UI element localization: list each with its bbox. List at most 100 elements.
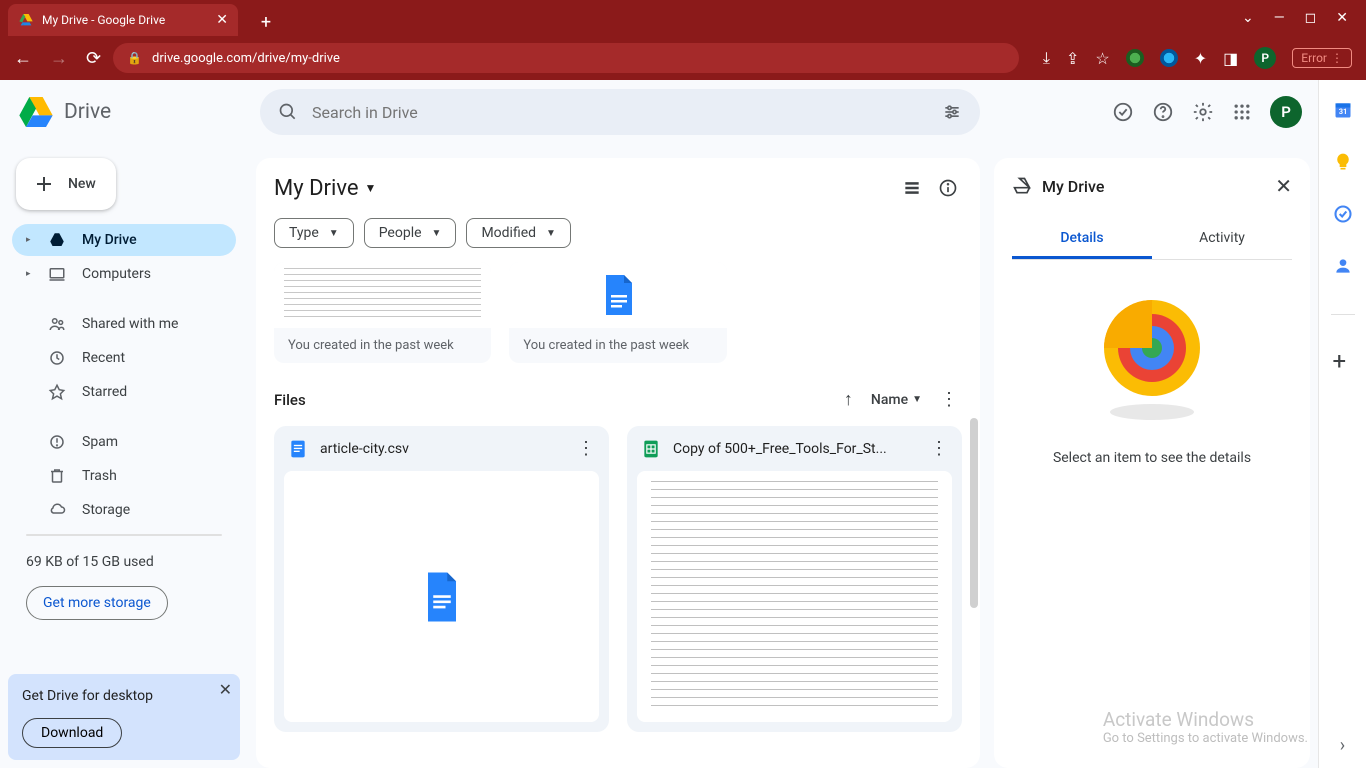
download-button[interactable]: Download — [22, 718, 122, 748]
browser-tab[interactable]: My Drive - Google Drive ✕ — [8, 4, 238, 36]
suggested-card[interactable]: You created in the past week — [274, 262, 491, 363]
back-icon[interactable]: ← — [14, 48, 32, 69]
new-tab-button[interactable]: + — [252, 8, 280, 36]
file-card[interactable]: article-city.csv ⋮ — [274, 426, 609, 732]
account-avatar[interactable]: P — [1270, 96, 1302, 128]
share-icon[interactable]: ⇪ — [1066, 49, 1079, 68]
docs-icon — [288, 439, 308, 459]
tasks-icon[interactable] — [1333, 204, 1353, 224]
file-name: Copy of 500+_Free_Tools_For_St... — [673, 441, 918, 457]
address-bar[interactable]: 🔒 drive.google.com/drive/my-drive — [113, 43, 1019, 73]
storage-icon — [48, 501, 68, 519]
drive-favicon — [18, 12, 34, 28]
search-input[interactable] — [312, 103, 928, 122]
calendar-icon[interactable]: 31 — [1333, 100, 1353, 120]
promo-title: Get Drive for desktop — [22, 688, 226, 704]
add-addon-icon[interactable]: + — [1333, 347, 1353, 367]
contacts-icon[interactable] — [1333, 256, 1353, 276]
tab-close-icon[interactable]: ✕ — [216, 12, 228, 28]
filter-modified[interactable]: Modified▼ — [466, 218, 571, 248]
close-window-icon[interactable]: ✕ — [1336, 10, 1348, 26]
close-details-icon[interactable]: ✕ — [1275, 174, 1292, 198]
file-card[interactable]: Copy of 500+_Free_Tools_For_St... ⋮ — [627, 426, 962, 732]
extension-icon[interactable] — [1160, 49, 1178, 67]
sidebar-item-starred[interactable]: ▸ Starred — [12, 376, 236, 408]
breadcrumb-label: My Drive — [274, 176, 359, 201]
bookmark-icon[interactable]: ☆ — [1095, 49, 1109, 68]
extension-icon[interactable] — [1126, 49, 1144, 67]
file-thumbnail — [284, 471, 599, 722]
docs-file-icon — [594, 271, 642, 319]
sidebar-item-label: Spam — [82, 434, 118, 450]
offline-ready-icon[interactable] — [1112, 101, 1134, 123]
empty-illustration — [1082, 292, 1222, 422]
suggested-meta: You created in the past week — [274, 328, 491, 363]
tab-details[interactable]: Details — [1012, 220, 1152, 259]
search-icon — [278, 102, 298, 122]
new-label: New — [68, 176, 96, 192]
close-promo-icon[interactable]: ✕ — [219, 680, 232, 699]
get-storage-button[interactable]: Get more storage — [26, 586, 168, 620]
sort-direction-icon[interactable]: ↑ — [840, 385, 857, 414]
sidebar-item-spam[interactable]: ▸ Spam — [12, 426, 236, 458]
sidebar-item-label: Recent — [82, 350, 125, 366]
search-bar[interactable] — [260, 89, 980, 135]
sheets-icon — [641, 439, 661, 459]
maximize-icon[interactable]: ◻ — [1305, 10, 1317, 26]
plus-icon — [32, 172, 56, 196]
chevron-down-icon: ▼ — [432, 228, 442, 239]
filter-people[interactable]: People▼ — [364, 218, 457, 248]
computers-icon — [48, 265, 68, 283]
profile-avatar[interactable]: P — [1254, 47, 1276, 69]
sort-by-name[interactable]: Name▼ — [871, 392, 922, 408]
extensions-icon[interactable]: ✦ — [1194, 49, 1207, 68]
list-view-icon[interactable] — [898, 174, 926, 202]
more-options-icon[interactable]: ⋮ — [936, 385, 962, 414]
star-icon — [48, 383, 68, 401]
reload-icon[interactable]: ⟳ — [86, 48, 101, 69]
error-indicator[interactable]: Error⋮ — [1292, 48, 1352, 68]
help-icon[interactable] — [1152, 101, 1174, 123]
sidebar-item-computers[interactable]: ▸ Computers — [12, 258, 236, 290]
sidebar-item-trash[interactable]: ▸ Trash — [12, 460, 236, 492]
details-empty-text: Select an item to see the details — [1053, 450, 1251, 466]
drive-icon — [1012, 176, 1032, 196]
filter-type[interactable]: Type▼ — [274, 218, 354, 248]
sidebar-item-label: Starred — [82, 384, 127, 400]
storage-used-text: 69 KB of 15 GB used — [12, 538, 236, 570]
sidebar-item-label: Shared with me — [82, 316, 178, 332]
chevron-down-icon: ▼ — [329, 228, 339, 239]
windows-watermark: Activate Windows Go to Settings to activ… — [1103, 708, 1308, 746]
caret-icon: ▸ — [26, 235, 34, 245]
forward-icon[interactable]: → — [50, 48, 68, 69]
search-options-icon[interactable] — [942, 102, 962, 122]
file-name: article-city.csv — [320, 441, 565, 457]
svg-text:31: 31 — [1338, 107, 1347, 116]
sidepanel-icon[interactable]: ◨ — [1223, 49, 1238, 68]
collapse-rail-icon[interactable]: › — [1340, 735, 1345, 756]
chevron-down-icon[interactable]: ⌄ — [1242, 10, 1254, 26]
suggested-thumbnail — [274, 262, 491, 328]
sidebar-item-storage[interactable]: ▸ Storage — [12, 494, 236, 526]
tab-activity[interactable]: Activity — [1152, 220, 1292, 259]
apps-icon[interactable] — [1232, 102, 1252, 122]
caret-down-icon: ▼ — [365, 181, 377, 195]
chevron-down-icon: ▼ — [546, 228, 556, 239]
settings-icon[interactable] — [1192, 101, 1214, 123]
file-more-icon[interactable]: ⋮ — [930, 438, 948, 459]
file-more-icon[interactable]: ⋮ — [577, 438, 595, 459]
info-icon[interactable] — [934, 174, 962, 202]
breadcrumb[interactable]: My Drive ▼ — [274, 176, 376, 201]
spam-icon — [48, 433, 68, 451]
sidebar-item-my-drive[interactable]: ▸ My Drive — [12, 224, 236, 256]
sidebar-item-shared[interactable]: ▸ Shared with me — [12, 308, 236, 340]
install-icon[interactable]: ⤓ — [1043, 48, 1050, 68]
minimize-icon[interactable]: — — [1274, 10, 1285, 26]
sidebar-item-recent[interactable]: ▸ Recent — [12, 342, 236, 374]
new-button[interactable]: New — [16, 158, 116, 210]
suggested-card[interactable]: You created in the past week — [509, 262, 726, 363]
keep-icon[interactable] — [1333, 152, 1353, 172]
caret-icon: ▸ — [26, 269, 34, 279]
files-section-label: Files — [274, 391, 306, 409]
scrollbar[interactable] — [970, 418, 978, 608]
